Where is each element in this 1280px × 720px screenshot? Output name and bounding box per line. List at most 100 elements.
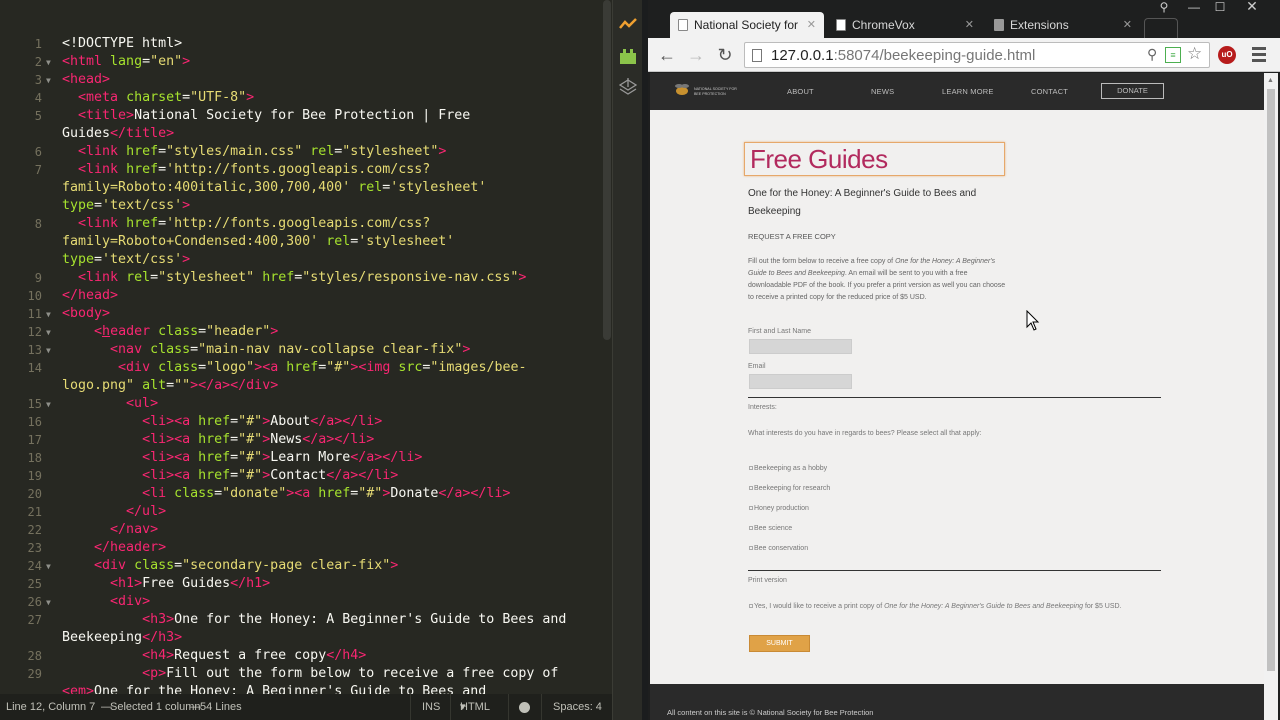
reload-button[interactable]: ↻ bbox=[714, 44, 736, 66]
profile-icon[interactable]: ⚲ bbox=[1152, 1, 1176, 13]
code-line[interactable]: 11 ▼ <body> bbox=[0, 305, 600, 323]
code-line[interactable]: 27 <h3>One for the Honey: A Beginner's G… bbox=[0, 611, 600, 629]
tab-close-icon[interactable]: ✕ bbox=[1123, 12, 1132, 38]
code-line[interactable]: 4 <meta charset="UTF-8"> bbox=[0, 89, 600, 107]
code-line[interactable]: 24 ▼ <div class="secondary-page clear-fix… bbox=[0, 557, 600, 575]
layers-icon[interactable] bbox=[619, 78, 637, 96]
line-number: 10 bbox=[27, 289, 42, 303]
code-line[interactable]: type='text/css'> bbox=[0, 251, 600, 269]
fold-arrow-icon[interactable]: ▼ bbox=[46, 396, 51, 414]
forward-button[interactable]: → bbox=[685, 44, 707, 66]
code-line[interactable]: 3 ▼ <head> bbox=[0, 71, 600, 89]
bee-logo[interactable]: NATIONAL SOCIETY FOR BEE PROTECTION bbox=[674, 82, 748, 100]
reader-icon[interactable]: ≡ bbox=[1165, 47, 1181, 63]
maximize-button[interactable]: ☐ bbox=[1208, 1, 1232, 13]
fold-arrow-icon[interactable]: ▼ bbox=[46, 324, 51, 342]
fold-arrow-icon[interactable]: ▼ bbox=[46, 72, 51, 90]
code-line[interactable]: logo.png" alt=""></a></div> bbox=[0, 377, 600, 395]
tab-extensions[interactable]: Extensions ✕ bbox=[986, 12, 1140, 38]
fold-arrow-icon[interactable]: ▼ bbox=[46, 558, 51, 576]
nav-contact-link[interactable]: CONTACT bbox=[1031, 73, 1068, 110]
fold-arrow-icon[interactable]: ▼ bbox=[46, 342, 51, 360]
code-line[interactable]: 2 ▼ <html lang="en"> bbox=[0, 53, 600, 71]
nav-news-link[interactable]: NEWS bbox=[871, 73, 894, 110]
nav-about-link[interactable]: ABOUT bbox=[787, 73, 814, 110]
tab-national-society[interactable]: National Society for Be ✕ bbox=[670, 12, 824, 38]
code-line[interactable]: 12 ▼ <header class="header"> bbox=[0, 323, 600, 341]
code-line[interactable]: 9 <link rel="stylesheet" href="styles/re… bbox=[0, 269, 600, 287]
interest-checkbox[interactable]: Beekeeping for research bbox=[749, 485, 830, 492]
code-line[interactable]: 7 <link href='http://fonts.googleapis.co… bbox=[0, 161, 600, 179]
close-window-button[interactable]: ✕ bbox=[1240, 0, 1264, 13]
code-line[interactable]: Guides</title> bbox=[0, 125, 600, 143]
search-icon[interactable]: ⚲ bbox=[1147, 46, 1157, 63]
ublock-icon[interactable]: uO bbox=[1218, 46, 1236, 64]
web-page[interactable]: NATIONAL SOCIETY FOR BEE PROTECTION ABOU… bbox=[650, 73, 1264, 720]
line-count: 54 Lines bbox=[200, 701, 242, 713]
menu-icon[interactable] bbox=[1252, 47, 1266, 63]
submit-button[interactable]: SUBMIT bbox=[749, 635, 810, 652]
code-line[interactable]: 23 </header> bbox=[0, 539, 600, 557]
tab-close-icon[interactable]: ✕ bbox=[807, 12, 816, 38]
url-text[interactable]: 127.0.0.1:58074/beekeeping-guide.html bbox=[771, 43, 1035, 68]
scroll-up-icon[interactable]: ▲ bbox=[1267, 77, 1274, 84]
code-line[interactable]: 20 <li class="donate"><a href="#">Donate… bbox=[0, 485, 600, 503]
code-line[interactable]: 28 <h4>Request a free copy</h4> bbox=[0, 647, 600, 665]
code-line[interactable]: family=Roboto:400italic,300,700,400' rel… bbox=[0, 179, 600, 197]
interest-checkbox[interactable]: Bee conservation bbox=[749, 545, 808, 552]
code-line[interactable]: 26 ▼ <div> bbox=[0, 593, 600, 611]
scrollbar-thumb[interactable] bbox=[1267, 89, 1275, 671]
code-line[interactable]: 15 ▼ <ul> bbox=[0, 395, 600, 413]
code-line[interactable]: 1 <!DOCTYPE html> bbox=[0, 35, 600, 53]
code-line[interactable]: 21 </ul> bbox=[0, 503, 600, 521]
new-tab-button[interactable] bbox=[1144, 18, 1178, 38]
code-line[interactable]: type='text/css'> bbox=[0, 197, 600, 215]
code-area[interactable]: 1 <!DOCTYPE html> 2 ▼ <html lang="en"> 3 ▼ <hea… bbox=[0, 35, 600, 701]
name-input[interactable] bbox=[749, 339, 852, 354]
print-checkbox[interactable]: Yes, I would like to receive a print cop… bbox=[749, 603, 1122, 610]
code-line[interactable]: 19 <li><a href="#">Contact</a></li> bbox=[0, 467, 600, 485]
code-line[interactable]: 13 ▼ <nav class="main-nav nav-collapse cl… bbox=[0, 341, 600, 359]
donate-button[interactable]: DONATE bbox=[1101, 83, 1164, 99]
syntax-selector[interactable]: HTML ▾ bbox=[460, 694, 490, 720]
minimize-button[interactable]: — bbox=[1182, 1, 1206, 13]
insert-mode[interactable]: INS bbox=[422, 694, 440, 720]
address-bar[interactable]: 127.0.0.1:58074/beekeeping-guide.html ⚲ … bbox=[744, 42, 1210, 68]
fold-arrow-icon[interactable]: ▼ bbox=[46, 54, 51, 72]
tab-chromevox[interactable]: ChromeVox ✕ bbox=[828, 12, 982, 38]
interest-checkbox[interactable]: Bee science bbox=[749, 525, 792, 532]
code-text: logo.png" alt=""></a></div> bbox=[62, 378, 279, 393]
code-text: <link rel="stylesheet" href="styles/resp… bbox=[78, 270, 527, 285]
extension-icon[interactable] bbox=[619, 48, 637, 66]
fold-arrow-icon[interactable]: ▼ bbox=[46, 306, 51, 324]
code-line[interactable]: 8 <link href='http://fonts.googleapis.co… bbox=[0, 215, 600, 233]
bookmark-star-icon[interactable]: ☆ bbox=[1187, 44, 1202, 64]
code-line[interactable]: 6 <link href="styles/main.css" rel="styl… bbox=[0, 143, 600, 161]
code-line[interactable]: family=Roboto+Condensed:400,300' rel='st… bbox=[0, 233, 600, 251]
request-heading: REQUEST A FREE COPY bbox=[748, 232, 836, 241]
code-line[interactable]: 10 </head> bbox=[0, 287, 600, 305]
page-scrollbar[interactable]: ▲ bbox=[1264, 73, 1278, 720]
code-line[interactable]: 16 <li><a href="#">About</a></li> bbox=[0, 413, 600, 431]
tab-close-icon[interactable]: ✕ bbox=[965, 12, 974, 38]
code-line[interactable]: 29 <p>Fill out the form below to receive… bbox=[0, 665, 600, 683]
editor-scrollbar[interactable] bbox=[603, 0, 611, 340]
code-line[interactable]: 5 <title>National Society for Bee Protec… bbox=[0, 107, 600, 125]
activity-icon[interactable] bbox=[619, 16, 637, 34]
interest-checkbox[interactable]: Honey production bbox=[749, 505, 809, 512]
code-line[interactable]: 17 <li><a href="#">News</a></li> bbox=[0, 431, 600, 449]
code-line[interactable]: 18 <li><a href="#">Learn More</a></li> bbox=[0, 449, 600, 467]
fold-arrow-icon[interactable]: ▼ bbox=[46, 594, 51, 612]
email-input[interactable] bbox=[749, 374, 852, 389]
indent-setting[interactable]: Spaces: 4 bbox=[553, 694, 602, 720]
interest-checkbox[interactable]: Beekeeping as a hobby bbox=[749, 465, 827, 472]
code-line[interactable]: 14 <div class="logo"><a href="#"><img sr… bbox=[0, 359, 600, 377]
code-text: <p>Fill out the form below to receive a … bbox=[142, 666, 559, 681]
back-button[interactable]: ← bbox=[656, 44, 678, 66]
code-line[interactable]: 22 </nav> bbox=[0, 521, 600, 539]
code-line[interactable]: 25 <h1>Free Guides</h1> bbox=[0, 575, 600, 593]
status-dot-icon[interactable] bbox=[519, 702, 530, 713]
nav-learn-more-link[interactable]: LEARN MORE bbox=[942, 73, 994, 110]
code-editor[interactable]: 1 <!DOCTYPE html> 2 ▼ <html lang="en"> 3 ▼ <hea… bbox=[0, 0, 612, 720]
code-line[interactable]: Beekeeping</h3> bbox=[0, 629, 600, 647]
